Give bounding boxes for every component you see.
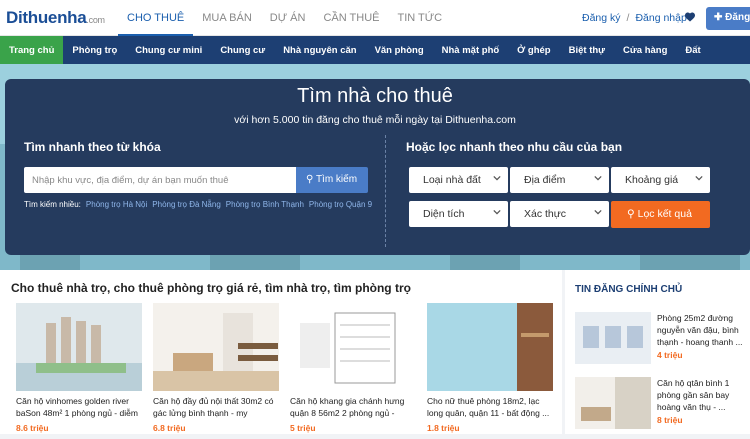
popular-link[interactable]: Phòng trọ Hà Nội: [86, 200, 147, 209]
chevron-down-icon: [594, 209, 602, 215]
auth-separator: /: [626, 12, 630, 24]
popular-link[interactable]: Phòng trọ Đà Nẵng: [152, 200, 221, 209]
listing-title[interactable]: Cho nữ thuê phòng 18m2, lạc long quân, q…: [427, 395, 553, 419]
listing-title[interactable]: Căn hộ vinhomes golden river baSon 48m² …: [16, 395, 142, 419]
listing-price: 5 triệu: [290, 423, 316, 433]
search-button-label: Tìm kiếm: [315, 174, 358, 185]
hero-title: Tìm nhà cho thuê: [297, 85, 453, 107]
filter-button-label: Lọc kết quả: [637, 208, 692, 220]
popular-searches: Tìm kiếm nhiều: Phòng trọ Hà Nội Phòng t…: [24, 200, 372, 209]
nav-item-dat[interactable]: Đất: [676, 36, 709, 64]
sidebar-title: TIN ĐĂNG CHÍNH CHỦ: [575, 284, 683, 295]
sidebar-listing-title[interactable]: Phòng 25m2 đường nguyễn văn đậu, bình th…: [657, 312, 750, 348]
tab-can-thue[interactable]: CẦN THUÊ: [314, 0, 388, 36]
logo-tld: .com: [86, 15, 105, 25]
nav-item-van-phong[interactable]: Văn phòng: [366, 36, 433, 64]
chevron-down-icon: [493, 175, 501, 181]
sidebar-listing[interactable]: Phòng 25m2 đường nguyễn văn đậu, bình th…: [575, 312, 750, 374]
popular-link[interactable]: Phòng trọ Bình Thạnh: [226, 200, 304, 209]
main-nav: Trang chủ Phòng trọ Chung cư mini Chung …: [0, 36, 750, 64]
listing-price: 8.6 triệu: [16, 423, 49, 433]
logo[interactable]: Dithuenha.com: [6, 8, 105, 28]
keyword-heading: Tìm nhanh theo từ khóa: [24, 140, 161, 154]
listing-card[interactable]: Căn hộ vinhomes golden river baSon 48m² …: [16, 303, 142, 433]
popular-label: Tìm kiếm nhiều:: [24, 200, 81, 209]
search-icon: ⚲: [306, 174, 314, 185]
select-label: Loại nhà đất: [423, 174, 481, 186]
top-bar: Dithuenha.com CHO THUÊ MUA BÁN DỰ ÁN CẦN…: [0, 0, 750, 36]
nav-item-nha-mat-pho[interactable]: Nhà mặt phố: [433, 36, 509, 64]
select-label: Khoảng giá: [625, 174, 679, 186]
search-icon: ⚲: [627, 208, 635, 220]
heart-icon[interactable]: [684, 11, 696, 23]
login-link[interactable]: Đăng nhập: [635, 12, 686, 24]
top-tabs: CHO THUÊ MUA BÁN DỰ ÁN CẦN THUÊ TIN TỨC: [118, 0, 451, 36]
select-property-type[interactable]: Loại nhà đất: [409, 167, 508, 193]
nav-item-chung-cu-mini[interactable]: Chung cư mini: [126, 36, 211, 64]
listing-image[interactable]: [290, 303, 416, 391]
select-label: Diện tích: [423, 208, 465, 220]
listings-title: Cho thuê nhà trọ, cho thuê phòng trọ giá…: [11, 281, 411, 295]
filter-heading: Hoặc lọc nhanh theo nhu cầu của bạn: [406, 140, 623, 154]
chevron-down-icon: [493, 209, 501, 215]
select-label: Xác thực: [524, 208, 567, 220]
select-verified[interactable]: Xác thực: [510, 201, 609, 227]
sidebar-listing-title[interactable]: Căn hộ qtân bình 1 phòng gần sân bay hoà…: [657, 377, 750, 413]
sidebar-listing-price: 4 triệu: [657, 350, 683, 360]
filter-button[interactable]: ⚲ Lọc kết quả: [611, 201, 710, 228]
nav-item-cua-hang[interactable]: Cửa hàng: [614, 36, 676, 64]
nav-item-trang-chu[interactable]: Trang chủ: [0, 36, 64, 64]
nav-item-phong-tro[interactable]: Phòng trọ: [63, 36, 126, 64]
listing-image[interactable]: [16, 303, 142, 391]
post-button-label: Đăng: [725, 12, 750, 23]
logo-brand: Dithuenha: [6, 8, 87, 27]
nav-item-biet-thu[interactable]: Biệt thự: [560, 36, 614, 64]
listing-card[interactable]: Cho nữ thuê phòng 18m2, lạc long quân, q…: [427, 303, 553, 433]
search-input[interactable]: Nhập khu vực, địa điểm, dự án bạn muốn t…: [24, 167, 296, 193]
chevron-down-icon: [695, 175, 703, 181]
listing-price: 1.8 triệu: [427, 423, 460, 433]
select-area[interactable]: Diện tích: [409, 201, 508, 227]
sidebar-listing-image[interactable]: [575, 312, 651, 364]
select-price-range[interactable]: Khoảng giá: [611, 167, 710, 193]
listing-image[interactable]: [427, 303, 553, 391]
nav-item-o-ghep[interactable]: Ở ghép: [508, 36, 559, 64]
tab-du-an[interactable]: DỰ ÁN: [261, 0, 315, 36]
select-location[interactable]: Địa điểm: [510, 167, 609, 193]
listing-price: 6.8 triệu: [153, 423, 186, 433]
sidebar-listing-price: 8 triệu: [657, 415, 683, 425]
hero-subtitle: với hơn 5.000 tin đăng cho thuê mỗi ngày…: [234, 114, 516, 126]
search-button[interactable]: ⚲ Tìm kiếm: [296, 167, 368, 193]
popular-link[interactable]: Phòng trọ Quận 9: [309, 200, 372, 209]
listing-title[interactable]: Căn hộ khang gia chánh hưng quận 8 56m2 …: [290, 395, 416, 419]
tab-mua-ban[interactable]: MUA BÁN: [193, 0, 261, 36]
sidebar-listing-image[interactable]: [575, 377, 651, 429]
listing-card[interactable]: Căn hộ khang gia chánh hưng quận 8 56m2 …: [290, 303, 416, 433]
select-label: Địa điểm: [524, 174, 566, 186]
tab-tin-tuc[interactable]: TIN TỨC: [388, 0, 451, 36]
auth-links: Đăng ký / Đăng nhập: [582, 12, 687, 24]
panel-divider: [385, 135, 386, 247]
tab-cho-thue[interactable]: CHO THUÊ: [118, 0, 194, 36]
listing-title[interactable]: Căn hộ đầy đủ nội thất 30m2 có gác lửng …: [153, 395, 279, 419]
post-button[interactable]: ✚ Đăng: [706, 7, 750, 30]
listing-image[interactable]: [153, 303, 279, 391]
plus-icon: ✚: [714, 12, 726, 23]
listing-card[interactable]: Căn hộ đầy đủ nội thất 30m2 có gác lửng …: [153, 303, 279, 433]
nav-item-nha-nguyen-can[interactable]: Nhà nguyên căn: [274, 36, 365, 64]
sidebar-listing[interactable]: Căn hộ qtân bình 1 phòng gần sân bay hoà…: [575, 377, 750, 439]
register-link[interactable]: Đăng ký: [582, 12, 621, 24]
nav-item-chung-cu[interactable]: Chung cư: [211, 36, 274, 64]
chevron-down-icon: [594, 175, 602, 181]
